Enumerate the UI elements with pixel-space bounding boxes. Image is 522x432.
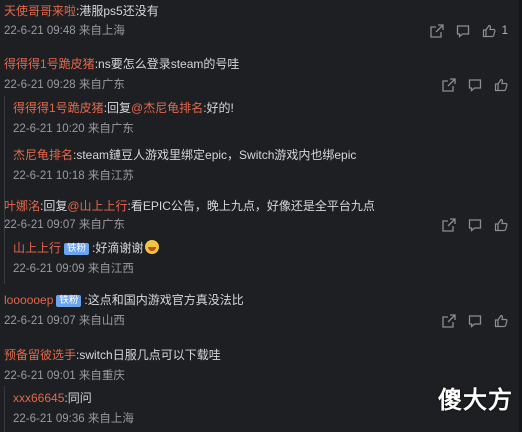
comment-actions	[442, 218, 508, 232]
comment-location: 来自广东	[78, 79, 125, 91]
comment-content: 预备留彼选手:switch日服几点可以下载哇	[4, 347, 221, 363]
comment-text: :switch日服几点可以下载哇	[76, 348, 221, 362]
reply-location: 来自江西	[87, 263, 134, 275]
reply-list: 得得得1号跪皮猪:回复@杰尼龟排名:好的! 22-6-21 10:20 来自广东…	[4, 96, 515, 236]
comment-content: 得得得1号跪皮猪:ns要怎么登录steam的号哇	[4, 56, 239, 72]
comment-location: 来自上海	[78, 25, 125, 37]
reply-username[interactable]: 杰尼龟排名	[13, 148, 73, 162]
comment-actions	[442, 78, 508, 92]
reply-mention[interactable]: @杰尼龟排名	[131, 101, 203, 115]
comment-meta: 22-6-21 09:01 来自重庆	[4, 369, 125, 383]
reply-meta: 22-6-21 10:20 来自广东	[13, 122, 134, 136]
reply-time: 22-6-21 10:18	[13, 170, 85, 182]
like-icon[interactable]	[494, 314, 508, 328]
comment-icon[interactable]	[468, 314, 482, 328]
comment-username[interactable]: 得得得1号跪皮猪	[4, 57, 95, 71]
comment-icon[interactable]	[468, 218, 482, 232]
comment-mention[interactable]: @山上上行	[67, 199, 127, 213]
comment-actions	[442, 314, 508, 328]
comment-meta: 22-6-21 09:48 来自上海	[4, 24, 125, 38]
comment-location: 来自广东	[78, 219, 125, 231]
reply-content: 山上上行 铁粉:好滴谢谢	[13, 240, 160, 256]
comment-icon[interactable]	[468, 78, 482, 92]
comment-content: 天使哥哥来啦:港服ps5还没有	[4, 3, 159, 19]
reply-time: 22-6-21 09:36	[13, 413, 85, 425]
comment-username[interactable]: loooooep	[4, 293, 53, 307]
reply-list: 山上上行 铁粉:好滴谢谢 22-6-21 09:09 来自江西	[4, 236, 515, 284]
reply-content: 得得得1号跪皮猪:回复@杰尼龟排名:好的!	[13, 100, 234, 116]
like-icon[interactable]	[494, 78, 508, 92]
comment-time: 22-6-21 09:07	[4, 315, 76, 327]
reply-location: 来自广东	[87, 123, 134, 135]
like-icon[interactable]	[494, 218, 508, 232]
comment-text: :这点和国内游戏官方真没法比	[84, 293, 244, 307]
reply-location: 来自江苏	[87, 170, 134, 182]
reply-location: 来自上海	[87, 413, 134, 425]
comment-username[interactable]: 天使哥哥来啦	[4, 4, 76, 18]
share-icon[interactable]	[442, 218, 456, 232]
share-icon[interactable]	[429, 24, 444, 38]
reply-username[interactable]: xxx66645	[13, 391, 64, 405]
comment-time: 22-6-21 09:01	[4, 370, 76, 382]
comment-text: :港服ps5还没有	[76, 4, 159, 18]
reply-meta: 22-6-21 10:18 来自江苏	[13, 169, 134, 183]
comment-text: :ns要怎么登录steam的号哇	[94, 57, 240, 71]
reply-meta: 22-6-21 09:09 来自江西	[13, 262, 134, 276]
comment-time: 22-6-21 09:48	[4, 25, 76, 37]
reply-text: :steam鏈豆人游戏里绑定epic，Switch游戏内也绑epic	[73, 148, 357, 162]
reply-username[interactable]: 得得得1号跪皮猪	[13, 101, 104, 115]
reply-content: xxx66645:同问	[13, 390, 92, 406]
like-icon[interactable]	[482, 24, 496, 38]
comment-location: 来自重庆	[78, 370, 125, 382]
share-icon[interactable]	[442, 78, 456, 92]
reply-prefix: :回复	[103, 101, 132, 115]
comment-actions: 1	[429, 24, 508, 38]
comment-username[interactable]: 叶娜洺	[4, 199, 40, 213]
reply-meta: 22-6-21 09:36 来自上海	[13, 412, 134, 426]
comment-time: 22-6-21 09:07	[4, 219, 76, 231]
like-count: 1	[501, 25, 508, 37]
comment-content: 叶娜洺:回复@山上上行:看EPIC公告，晚上九点，好像还是全平台九点	[4, 198, 375, 214]
comment-time: 22-6-21 09:28	[4, 79, 76, 91]
comment-meta: 22-6-21 09:07 来自山西	[4, 314, 125, 328]
reply-username[interactable]: 山上上行	[13, 241, 61, 255]
happy-face-emoji	[145, 240, 160, 254]
watermark-logo: 傻大方	[438, 385, 513, 414]
comment-icon[interactable]	[456, 24, 470, 38]
comment-content: loooooep 铁粉:这点和国内游戏官方真没法比	[4, 292, 244, 308]
comment-prefix: :回复	[40, 199, 68, 213]
reply-text: :好的!	[203, 101, 234, 115]
comment-text: :看EPIC公告，晚上九点，好像还是全平台九点	[127, 199, 375, 213]
reply-text: :好滴谢谢	[92, 241, 144, 255]
share-icon[interactable]	[442, 314, 456, 328]
reply-time: 22-6-21 09:09	[13, 263, 85, 275]
comment-location: 来自山西	[78, 315, 125, 327]
reply-time: 22-6-21 10:20	[13, 123, 85, 135]
comment-meta: 22-6-21 09:07 来自广东	[4, 218, 125, 232]
reply-content: 杰尼龟排名:steam鏈豆人游戏里绑定epic，Switch游戏内也绑epic	[13, 147, 356, 163]
comment-username[interactable]: 预备留彼选手	[4, 348, 76, 362]
fan-badge: 铁粉	[64, 243, 90, 255]
comment-meta: 22-6-21 09:28 来自广东	[4, 78, 125, 92]
reply-text: :同问	[64, 391, 92, 405]
fan-badge: 铁粉	[56, 295, 82, 307]
